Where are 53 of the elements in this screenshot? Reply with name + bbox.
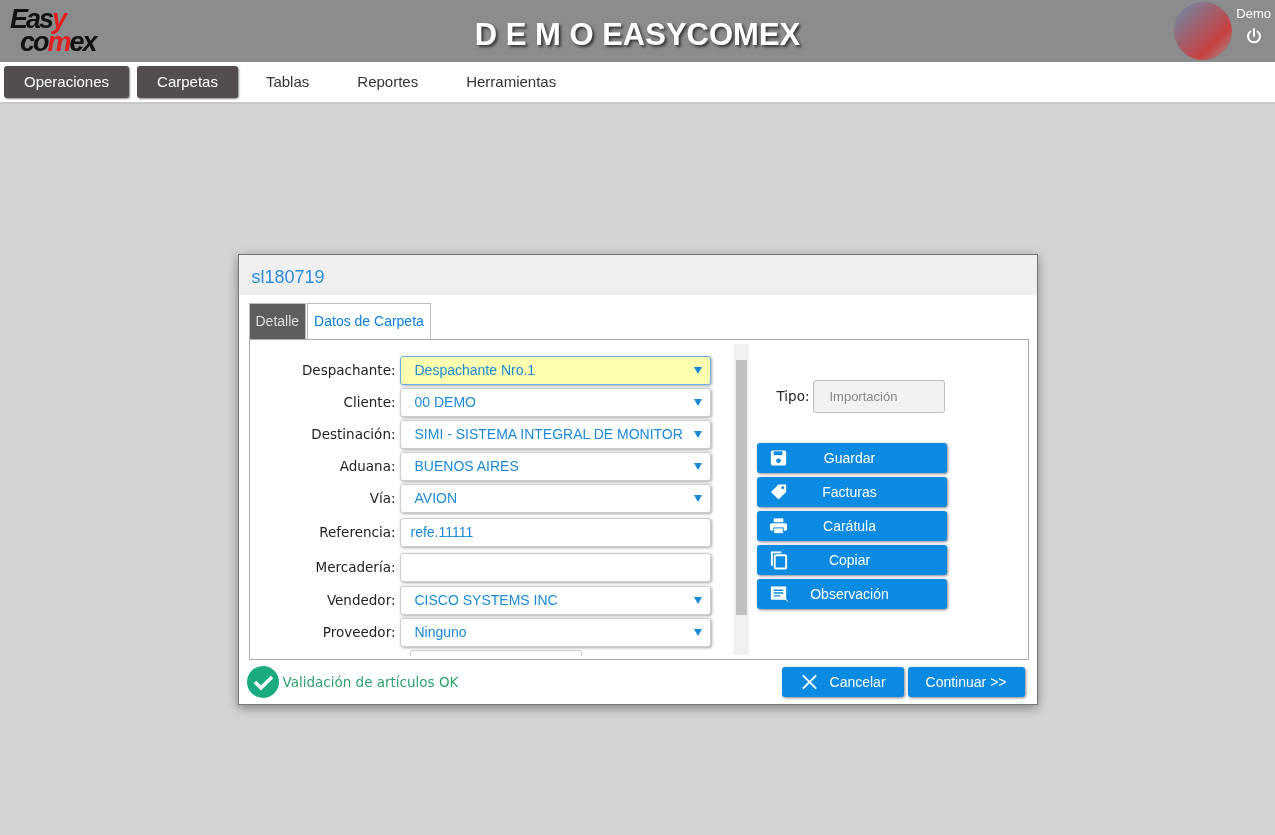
logo: Easy comex	[10, 8, 96, 59]
caret-icon	[693, 399, 702, 406]
app-title: D E M O EASYCOMEX	[474, 16, 801, 54]
power-icon[interactable]	[1245, 27, 1262, 44]
field-label: Referencia:	[318, 522, 397, 542]
action-button[interactable]: Copiar	[756, 545, 947, 575]
field-label: Vía:	[368, 489, 397, 509]
select-field[interactable]: Despachante Nro.1	[399, 356, 711, 385]
field-label: Mercadería:	[314, 557, 397, 577]
select-field[interactable]: 00 DEMO	[399, 388, 711, 417]
menu-item[interactable]: Carpetas	[137, 65, 238, 99]
tab[interactable]: Datos de Carpeta	[307, 303, 431, 339]
select-field[interactable]: BUENOS AIRES	[399, 452, 711, 481]
input-field[interactable]	[409, 650, 582, 656]
caret-icon	[693, 367, 702, 374]
menu-item[interactable]: Reportes	[337, 65, 439, 99]
user-name: Demo	[1236, 5, 1271, 23]
printer-icon	[768, 516, 789, 536]
tag-icon	[768, 482, 789, 502]
status-message: Validación de artículos OK	[282, 672, 459, 692]
field-label: Tipo:	[776, 387, 810, 407]
caret-icon	[693, 495, 702, 502]
select-field[interactable]: Ninguno	[399, 618, 711, 647]
select-field[interactable]: CISCO SYSTEMS INC	[399, 586, 711, 615]
caret-icon	[693, 629, 702, 636]
field-label: Proveedor:	[321, 623, 397, 643]
input-field[interactable]	[399, 552, 711, 582]
caret-icon	[693, 431, 702, 438]
dialog-button[interactable]: Cancelar	[781, 667, 904, 697]
dialog-title: sl180719	[251, 267, 325, 287]
input-field[interactable]: refe.11111	[399, 517, 711, 547]
field-label: Destinación:	[310, 425, 397, 445]
menu-item[interactable]: Operaciones	[4, 65, 130, 99]
field-label: Vendedor:	[325, 591, 397, 611]
save-icon	[768, 448, 789, 468]
field-label: Aduana:	[338, 457, 397, 477]
field-label: Despachante:	[300, 361, 397, 381]
comment-icon	[768, 584, 789, 604]
copy-icon	[768, 550, 789, 570]
caret-icon	[693, 463, 702, 470]
scrollbar[interactable]	[733, 344, 749, 655]
select-field[interactable]: SIMI - SISTEMA INTEGRAL DE MONITOR	[399, 420, 711, 449]
action-button[interactable]: Observación	[756, 579, 947, 609]
select-field[interactable]: AVION	[399, 484, 711, 513]
field-label: Cliente:	[342, 393, 397, 413]
caret-icon	[693, 597, 702, 604]
action-button[interactable]: Facturas	[756, 477, 947, 507]
tab[interactable]: Detalle	[248, 303, 307, 339]
action-button[interactable]: Carátula	[756, 511, 947, 541]
menu-item[interactable]: Tablas	[245, 65, 330, 99]
menu-item[interactable]: Herramientas	[446, 65, 577, 99]
dialog-button[interactable]: Continuar >>	[907, 667, 1025, 697]
action-button[interactable]: Guardar	[756, 443, 947, 473]
